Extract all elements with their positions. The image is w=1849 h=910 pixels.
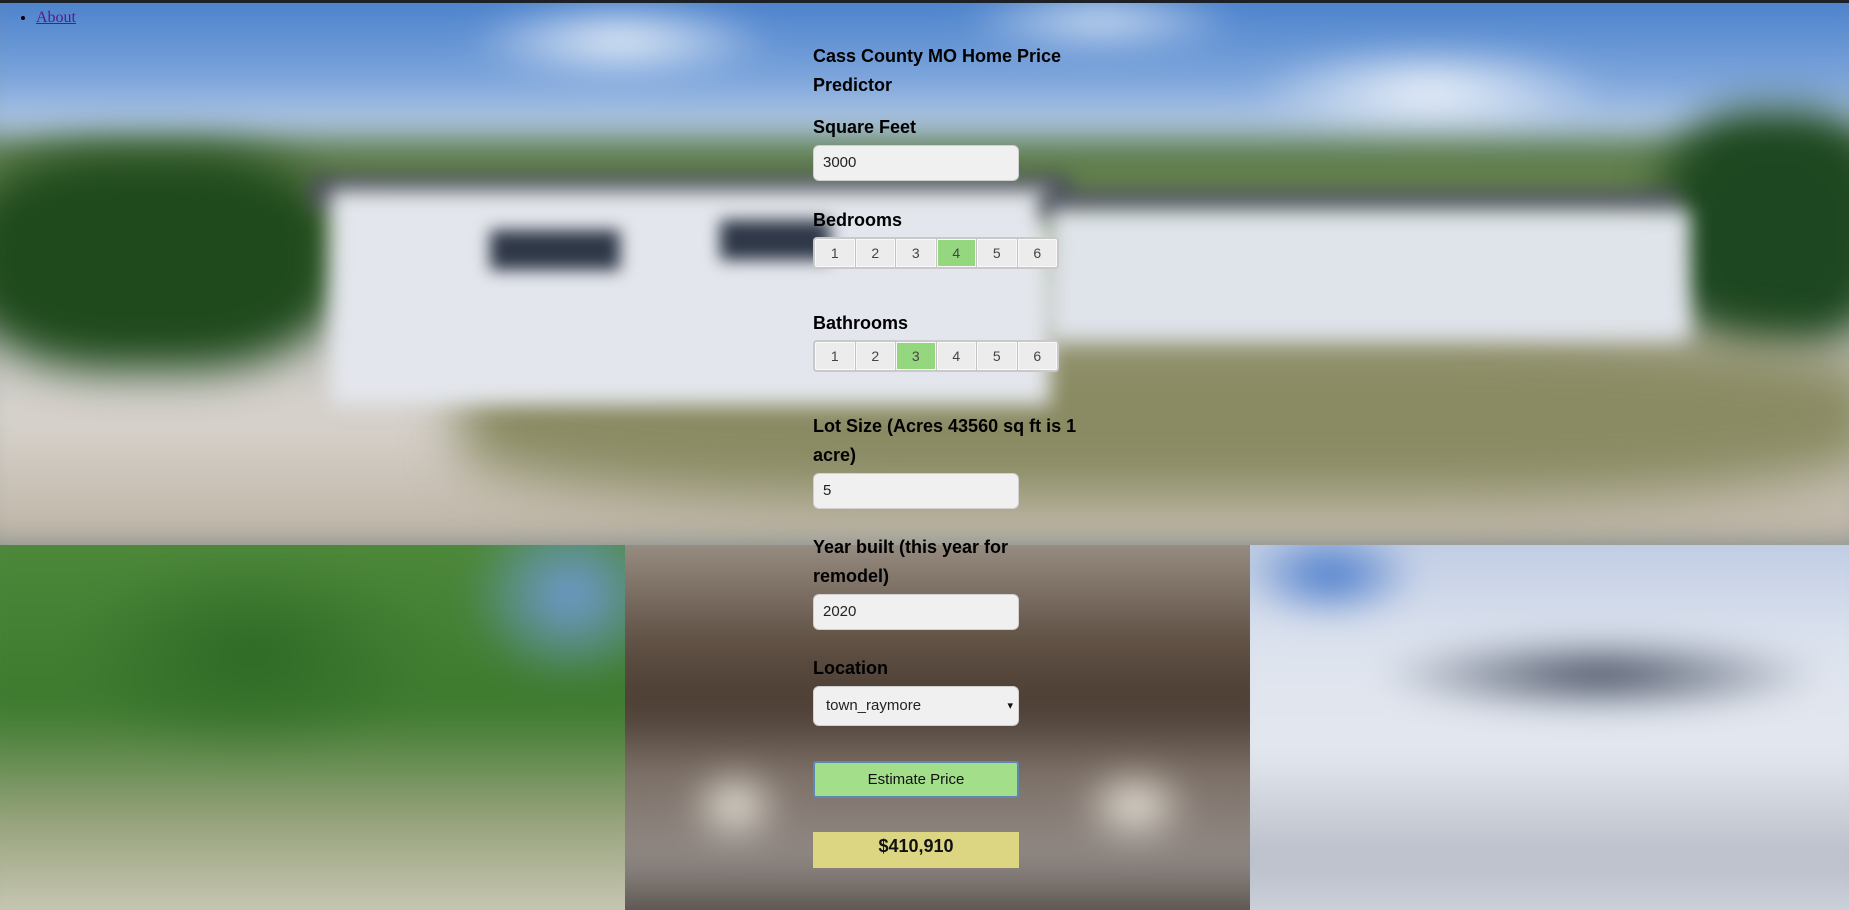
chevron-down-icon: ▾	[1007, 700, 1013, 712]
bathrooms-option-5[interactable]: 5	[977, 342, 1018, 370]
page-title: Cass County MO Home Price Predictor	[813, 46, 1062, 95]
bedrooms-option-1[interactable]: 1	[815, 239, 856, 267]
bedrooms-option-3[interactable]: 3	[896, 239, 937, 267]
bathrooms-option-4[interactable]: 4	[936, 342, 977, 370]
location-select[interactable]: town_raymore ▾	[813, 686, 1019, 726]
nav-item-about: About	[36, 6, 76, 30]
bathrooms-option-2[interactable]: 2	[855, 342, 896, 370]
bedrooms-selector: 1 2 3 4 5 6	[813, 237, 1059, 269]
background-trees-left	[0, 150, 340, 370]
bathrooms-option-6[interactable]: 6	[1017, 342, 1057, 370]
year-built-input[interactable]: 2020	[813, 594, 1019, 630]
bedrooms-option-2[interactable]: 2	[855, 239, 896, 267]
bathrooms-selector: 1 2 3 4 5 6	[813, 340, 1059, 372]
bedrooms-option-4[interactable]: 4	[936, 239, 977, 267]
bedrooms-label: Bedrooms	[813, 210, 903, 230]
square-feet-input[interactable]: 3000	[813, 145, 1019, 181]
location-label: Location	[813, 658, 888, 678]
square-feet-label: Square Feet	[813, 117, 917, 137]
bedrooms-option-5[interactable]: 5	[977, 239, 1018, 267]
background-photo-garage	[1250, 545, 1849, 910]
background-windows	[490, 230, 620, 270]
lot-size-input[interactable]: 5	[813, 473, 1019, 509]
location-selected-value: town_raymore	[826, 697, 922, 714]
about-link[interactable]: About	[36, 9, 76, 26]
bathrooms-option-1[interactable]: 1	[815, 342, 856, 370]
lot-size-label: Lot Size (Acres 43560 sq ft is 1 acre)	[813, 416, 1077, 465]
top-edge	[0, 0, 1849, 3]
nav-list: About	[0, 6, 76, 30]
estimated-price-result: $410,910	[813, 832, 1019, 868]
year-built-label: Year built (this year for remodel)	[813, 537, 1009, 586]
background-photo-yard	[0, 545, 625, 910]
price-predictor-form: Cass County MO Home Price Predictor Squa…	[813, 42, 1103, 868]
estimate-price-button[interactable]: Estimate Price	[813, 761, 1019, 798]
bathrooms-label: Bathrooms	[813, 313, 909, 333]
background-house-right	[1050, 210, 1690, 340]
bedrooms-option-6[interactable]: 6	[1017, 239, 1057, 267]
bathrooms-option-3[interactable]: 3	[896, 342, 937, 370]
